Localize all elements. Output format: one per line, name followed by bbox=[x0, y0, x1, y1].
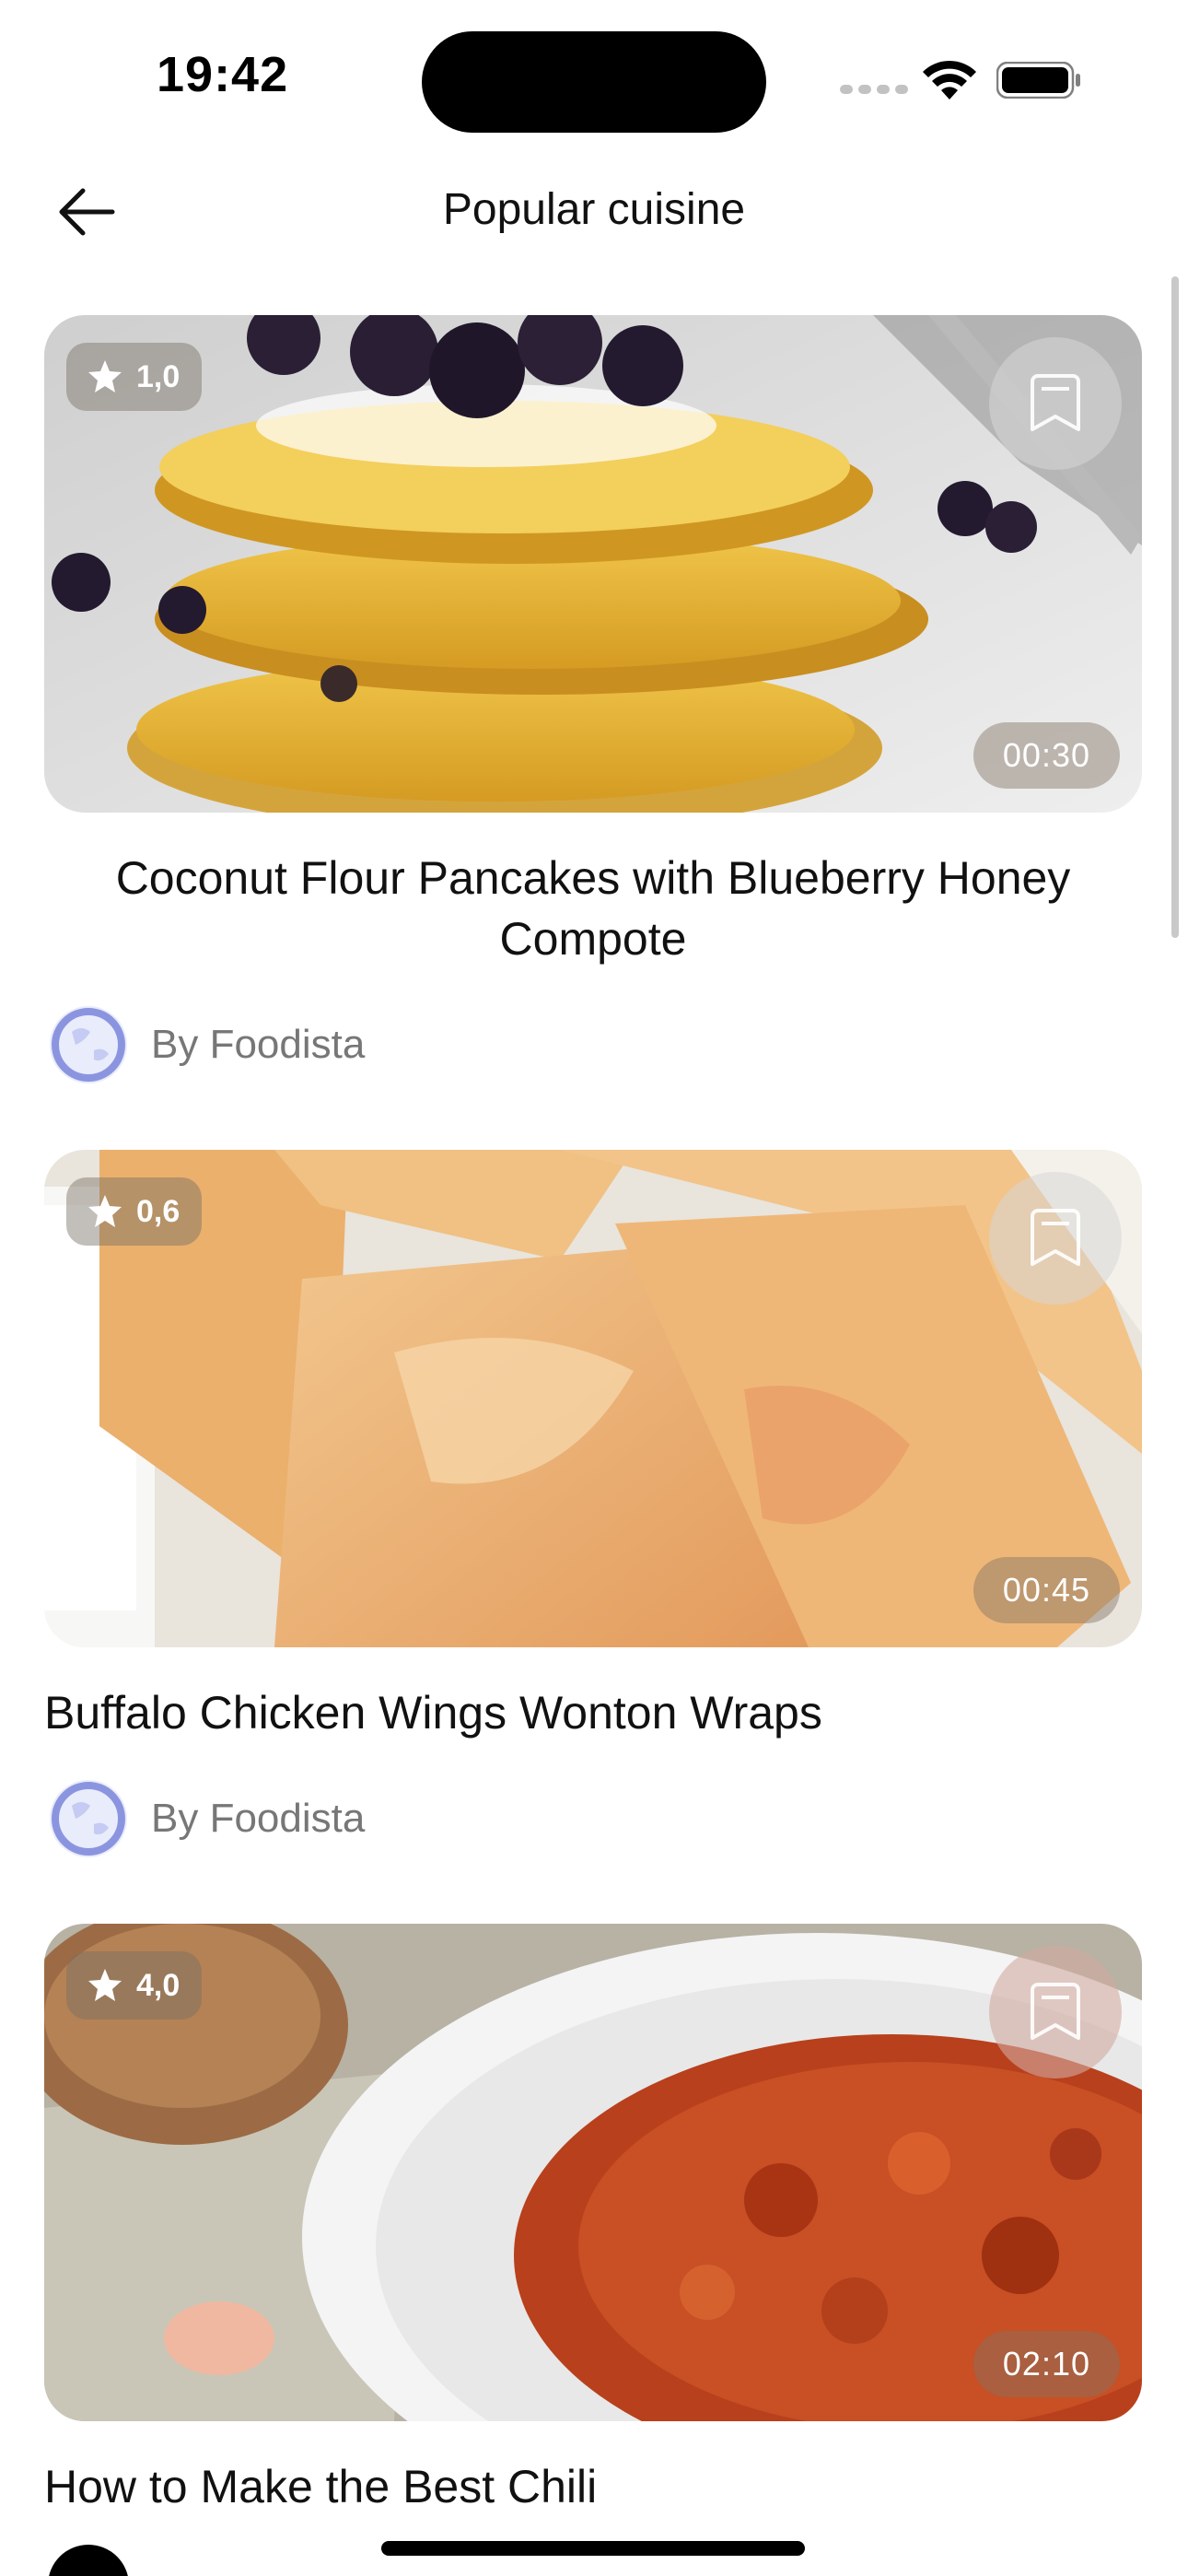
nav-header: Popular cuisine bbox=[0, 157, 1188, 267]
scroll-indicator[interactable] bbox=[1171, 276, 1179, 938]
duration-badge: 00:30 bbox=[973, 722, 1120, 789]
status-bar: 19:42 bbox=[0, 0, 1188, 147]
recipe-title[interactable]: Buffalo Chicken Wings Wonton Wraps bbox=[44, 1682, 1142, 1743]
rating-badge: 0,6 bbox=[66, 1177, 203, 1246]
rating-value: 0,6 bbox=[136, 1193, 181, 1229]
recipe-image[interactable]: 0,6 00:45 bbox=[44, 1150, 1142, 1647]
bookmark-button[interactable] bbox=[989, 1946, 1122, 2078]
author-name: By Foodista bbox=[151, 1022, 366, 1067]
star-icon bbox=[88, 1195, 122, 1227]
rating-badge: 4,0 bbox=[66, 1951, 203, 2020]
bookmark-icon bbox=[1031, 1209, 1080, 1266]
duration-badge: 00:45 bbox=[973, 1557, 1120, 1623]
page-title: Popular cuisine bbox=[442, 185, 746, 234]
rating-badge: 1,0 bbox=[66, 343, 203, 411]
star-icon bbox=[88, 360, 122, 392]
author-row[interactable]: By Foodista bbox=[48, 1004, 1142, 1085]
battery-icon bbox=[996, 62, 1080, 99]
recipe-card[interactable]: 0,6 00:45 Buffalo Chicken Wings Wonton W… bbox=[44, 1150, 1142, 1859]
recipe-image[interactable]: 4,0 02:10 bbox=[44, 1924, 1142, 2421]
dynamic-island bbox=[422, 31, 766, 133]
recipe-title[interactable]: Coconut Flour Pancakes with Blueberry Ho… bbox=[44, 848, 1142, 969]
recipe-card[interactable]: 1,0 00:30 Coconut Flour Pancakes with Bl… bbox=[44, 315, 1142, 1085]
home-indicator[interactable] bbox=[381, 2541, 805, 2556]
avatar bbox=[48, 2545, 129, 2576]
star-icon bbox=[88, 1969, 122, 2001]
bookmark-button[interactable] bbox=[989, 337, 1122, 470]
recipe-title[interactable]: How to Make the Best Chili bbox=[44, 2456, 1142, 2517]
bookmark-icon bbox=[1031, 374, 1080, 431]
rating-value: 4,0 bbox=[136, 1967, 181, 2003]
rating-value: 1,0 bbox=[136, 358, 181, 394]
bookmark-icon bbox=[1031, 1983, 1080, 2040]
author-row[interactable]: By Foodista bbox=[48, 1778, 1142, 1859]
wifi-icon bbox=[923, 60, 976, 100]
globe-icon bbox=[48, 1004, 129, 1085]
cellular-signal-icon bbox=[840, 85, 908, 94]
recipe-card[interactable]: 4,0 02:10 How to Make the Best Chili bbox=[44, 1924, 1142, 2576]
recipe-image[interactable]: 1,0 00:30 bbox=[44, 315, 1142, 813]
globe-icon bbox=[48, 1778, 129, 1859]
author-name: By Foodista bbox=[151, 1796, 366, 1841]
bookmark-button[interactable] bbox=[989, 1172, 1122, 1305]
duration-badge: 02:10 bbox=[973, 2331, 1120, 2397]
status-time: 19:42 bbox=[157, 47, 289, 102]
